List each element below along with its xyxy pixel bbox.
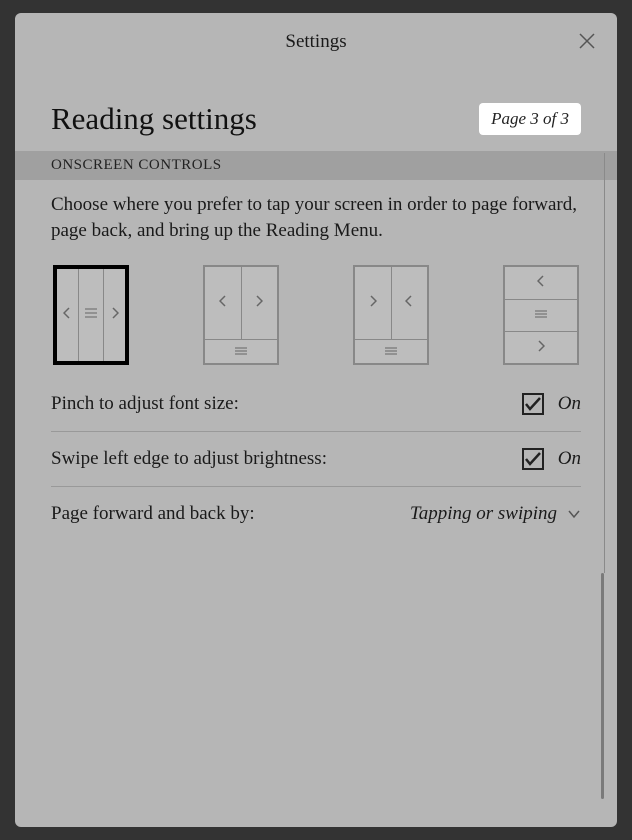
scrollbar-track <box>600 153 605 573</box>
check-icon <box>525 397 541 411</box>
section-description: Choose where you prefer to tap your scre… <box>51 192 581 243</box>
setting-swipe-brightness: Swipe left edge to adjust brightness: On <box>51 432 581 487</box>
content: Reading settings Page 3 of 3 ONSCREEN CO… <box>15 101 617 541</box>
toggle-state: On <box>558 448 581 470</box>
layout-region <box>392 267 428 339</box>
page-indicator-text: Page 3 of 3 <box>491 109 569 128</box>
scrollbar[interactable] <box>600 153 603 799</box>
check-icon <box>525 452 541 466</box>
layout-region <box>505 332 577 363</box>
chevron-left-icon <box>537 275 545 291</box>
layout-option-4[interactable] <box>503 265 579 365</box>
layout-region <box>57 269 79 361</box>
checkbox-swipe-brightness[interactable] <box>522 448 544 470</box>
close-button[interactable] <box>575 29 599 53</box>
chevron-right-icon <box>537 340 545 356</box>
layout-region <box>104 269 125 361</box>
toggle-group: On <box>522 448 581 470</box>
layout-region <box>505 300 577 332</box>
layout-region <box>355 267 392 339</box>
layout-options <box>51 265 581 365</box>
menu-icon <box>535 308 547 322</box>
chevron-left-icon <box>63 307 71 323</box>
layout-option-2[interactable] <box>203 265 279 365</box>
chevron-right-icon <box>369 295 377 311</box>
layout-region <box>505 267 577 299</box>
layout-option-1[interactable] <box>53 265 129 365</box>
layout-region <box>205 267 242 339</box>
heading-row: Reading settings Page 3 of 3 <box>51 101 581 137</box>
layout-region <box>79 269 105 361</box>
menu-icon <box>85 308 97 322</box>
chevron-left-icon <box>405 295 413 311</box>
modal-header: Settings <box>15 13 617 71</box>
select-value-text: Tapping or swiping <box>410 503 557 525</box>
toggle-group: On <box>522 393 581 415</box>
layout-option-3[interactable] <box>353 265 429 365</box>
chevron-right-icon <box>111 307 119 323</box>
scrollbar-thumb[interactable] <box>601 573 604 799</box>
setting-pinch-font: Pinch to adjust font size: On <box>51 377 581 432</box>
menu-icon <box>235 345 247 359</box>
layout-region <box>355 339 427 363</box>
setting-label: Swipe left edge to adjust brightness: <box>51 448 327 470</box>
setting-label: Page forward and back by: <box>51 503 255 525</box>
section-header: ONSCREEN CONTROLS <box>15 151 617 180</box>
page-heading: Reading settings <box>51 101 257 137</box>
layout-region <box>205 339 277 363</box>
settings-modal: Settings Reading settings Page 3 of 3 ON… <box>15 13 617 827</box>
modal-title: Settings <box>285 31 346 53</box>
page-method-select[interactable]: Tapping or swiping <box>410 503 581 525</box>
setting-page-method: Page forward and back by: Tapping or swi… <box>51 487 581 541</box>
chevron-left-icon <box>219 295 227 311</box>
page-indicator-badge[interactable]: Page 3 of 3 <box>479 103 581 135</box>
layout-region <box>242 267 278 339</box>
setting-label: Pinch to adjust font size: <box>51 393 239 415</box>
toggle-state: On <box>558 393 581 415</box>
checkbox-pinch-font[interactable] <box>522 393 544 415</box>
chevron-right-icon <box>255 295 263 311</box>
menu-icon <box>385 345 397 359</box>
close-icon <box>577 31 597 51</box>
chevron-down-icon <box>567 509 581 519</box>
